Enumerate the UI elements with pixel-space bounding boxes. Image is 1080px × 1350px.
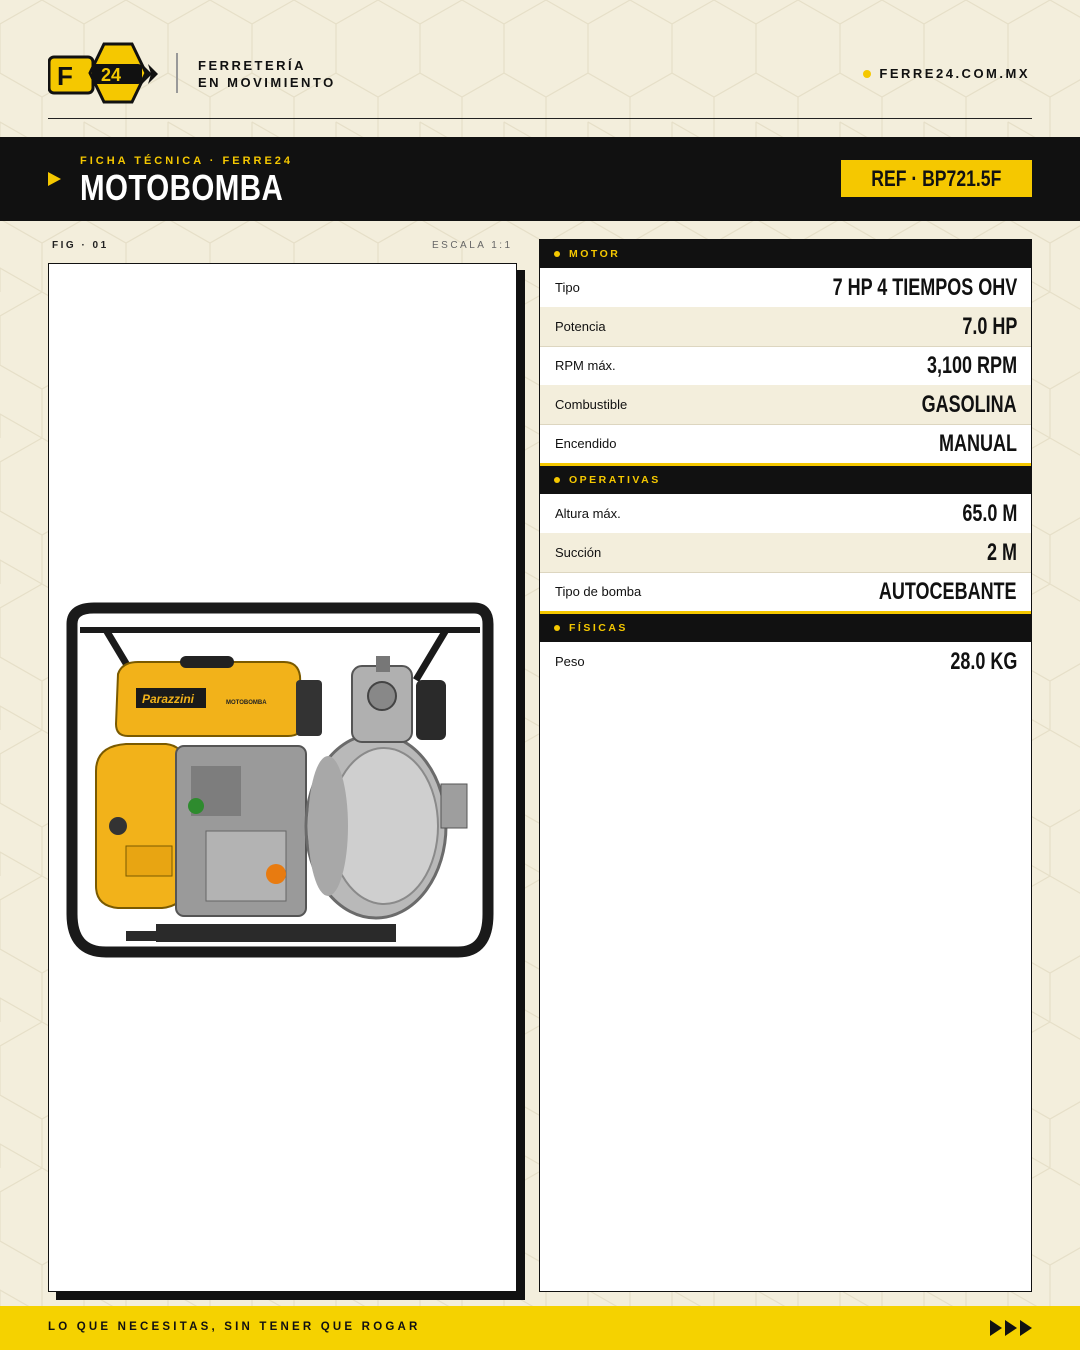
spec-value: 65.0 M: [961, 499, 1017, 527]
spec-value: AUTOCEBANTE: [879, 577, 1017, 605]
triple-arrow-icon: [990, 1320, 1032, 1336]
spec-row: Combustible GASOLINA: [540, 385, 1031, 425]
ref-badge: REF · BP721.5F: [841, 160, 1032, 197]
spec-row: Tipo 7 HP 4 TIEMPOS OHV: [540, 268, 1031, 308]
ferre24-logo: F 24: [48, 42, 158, 104]
spec-row: Encendido MANUAL: [540, 424, 1031, 463]
motobomba-product-image: Parazzini MOTOBOMBA: [66, 602, 494, 958]
dot-icon: [554, 251, 560, 257]
spec-row: Potencia 7.0 HP: [540, 307, 1031, 347]
spec-value: GASOLINA: [921, 390, 1017, 418]
svg-text:F: F: [57, 61, 73, 91]
tagline-line1: FERRETERÍA: [198, 58, 307, 73]
spec-value: 2 M: [986, 538, 1017, 566]
dot-icon: [554, 625, 560, 631]
spec-row: Peso 28.0 KG: [540, 642, 1031, 681]
section-title: MOTOR: [569, 248, 621, 260]
dot-icon: [554, 477, 560, 483]
section-title: FÍSICAS: [569, 622, 628, 634]
page-title: MOTOBOMBA: [80, 167, 284, 208]
svg-text:24: 24: [101, 65, 121, 85]
spec-label: Potencia: [555, 319, 606, 334]
spec-value: 7.0 HP: [961, 312, 1017, 340]
pump-brand-text: Parazzini: [142, 692, 195, 706]
spec-label: Tipo de bomba: [555, 584, 642, 599]
fig-scale: ESCALA 1:1: [432, 240, 513, 251]
site-url[interactable]: FERRE24.COM.MX: [863, 66, 1030, 81]
spec-label: Altura máx.: [555, 506, 621, 521]
spec-value: MANUAL: [939, 429, 1017, 457]
spec-label: RPM máx.: [555, 358, 616, 373]
spec-value: 28.0 KG: [949, 647, 1017, 675]
section-header-fisicas: FÍSICAS: [540, 614, 1031, 642]
spec-label: Combustible: [555, 397, 628, 412]
spec-row: RPM máx. 3,100 RPM: [540, 346, 1031, 386]
spec-row: Succión 2 M: [540, 533, 1031, 573]
spec-panel: MOTOR Tipo 7 HP 4 TIEMPOS OHV Potencia 7…: [539, 239, 1032, 1292]
footer-slogan: LO QUE NECESITAS, SIN TENER QUE ROGAR: [48, 1321, 421, 1333]
band-kicker: FICHA TÉCNICA · FERRE24: [80, 155, 294, 167]
dot-icon: [863, 69, 872, 78]
section-header-operativas: OPERATIVAS: [540, 466, 1031, 494]
ref-badge-text: REF · BP721.5F: [871, 165, 1002, 191]
tagline-divider: [176, 53, 178, 93]
spec-value: 7 HP 4 TIEMPOS OHV: [832, 273, 1017, 301]
spec-value: 3,100 RPM: [926, 351, 1017, 379]
spec-label: Tipo: [555, 280, 580, 295]
section-title: OPERATIVAS: [569, 474, 661, 486]
spec-label: Succión: [555, 545, 602, 560]
tagline: FERRETERÍA EN MOVIMIENTO: [198, 57, 336, 91]
spec-row: Altura máx. 65.0 M: [540, 494, 1031, 534]
fig-label: FIG · 01: [52, 240, 109, 251]
spec-label: Encendido: [555, 436, 617, 451]
play-arrow-icon: [48, 172, 61, 186]
tagline-line2: EN MOVIMIENTO: [198, 75, 336, 90]
site-url-text: FERRE24.COM.MX: [879, 66, 1030, 81]
header-rule: [48, 118, 1032, 119]
spec-row: Tipo de bomba AUTOCEBANTE: [540, 572, 1031, 611]
section-header-motor: MOTOR: [540, 240, 1031, 268]
pump-model-text: MOTOBOMBA: [226, 700, 267, 706]
spec-label: Peso: [555, 654, 585, 669]
